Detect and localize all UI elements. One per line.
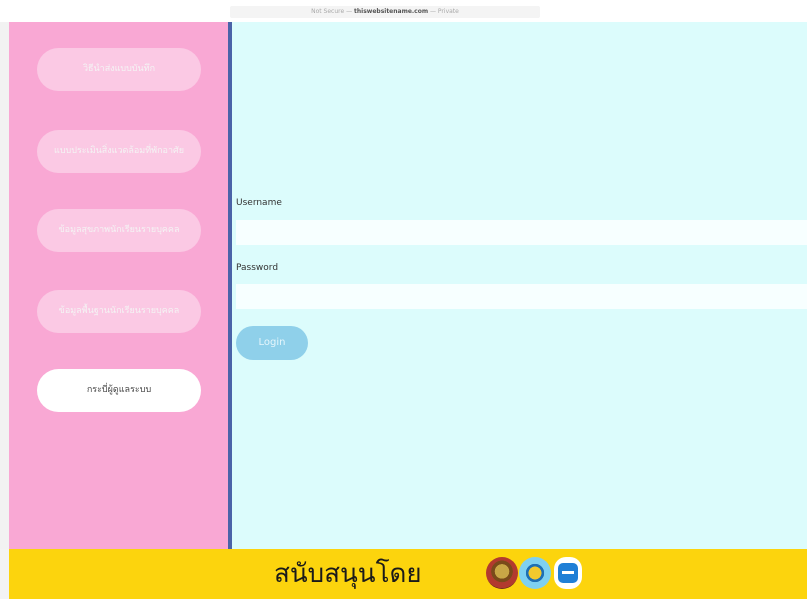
footer-supported-by-text: สนับสนุนโดย xyxy=(274,559,422,589)
footer-banner: สนับสนุนโดย xyxy=(9,549,807,599)
password-input[interactable] xyxy=(236,284,807,309)
login-panel: Username Password Login xyxy=(232,22,807,549)
emblem-logo-2-icon xyxy=(519,557,551,589)
left-gutter xyxy=(0,22,9,549)
app-logo-icon xyxy=(554,557,582,589)
emblem-logo-1-icon xyxy=(486,557,518,589)
sidebar-item-submission-guide[interactable]: วิธีนำส่งแบบบันทึก xyxy=(37,48,201,91)
page: Not Secure — thiswebsitename.com — Priva… xyxy=(0,0,807,599)
username-label: Username xyxy=(236,198,282,208)
url-prefix: Not Secure — xyxy=(311,8,355,15)
sidebar-item-admin[interactable]: กระบี่ผู้ดูแลระบบ xyxy=(37,369,201,412)
url-field[interactable]: Not Secure — thiswebsitename.com — Priva… xyxy=(230,6,540,18)
sidebar-item-housing-assessment[interactable]: แบบประเมินสิ่งแวดล้อมที่พักอาศัย xyxy=(37,130,201,173)
password-label: Password xyxy=(236,263,279,273)
sidebar-item-student-info[interactable]: ข้อมูลพื้นฐานนักเรียนรายบุคคล xyxy=(37,290,201,333)
username-input[interactable] xyxy=(236,220,807,245)
url-host: thiswebsitename.com xyxy=(354,8,429,15)
login-button[interactable]: Login xyxy=(236,326,308,360)
browser-address-bar[interactable]: Not Secure — thiswebsitename.com — Priva… xyxy=(0,0,807,22)
sidebar: วิธีนำส่งแบบบันทึก แบบประเมินสิ่งแวดล้อม… xyxy=(9,22,228,549)
url-suffix: — Private xyxy=(428,8,459,15)
sidebar-item-health-info[interactable]: ข้อมูลสุขภาพนักเรียนรายบุคคล xyxy=(37,209,201,252)
